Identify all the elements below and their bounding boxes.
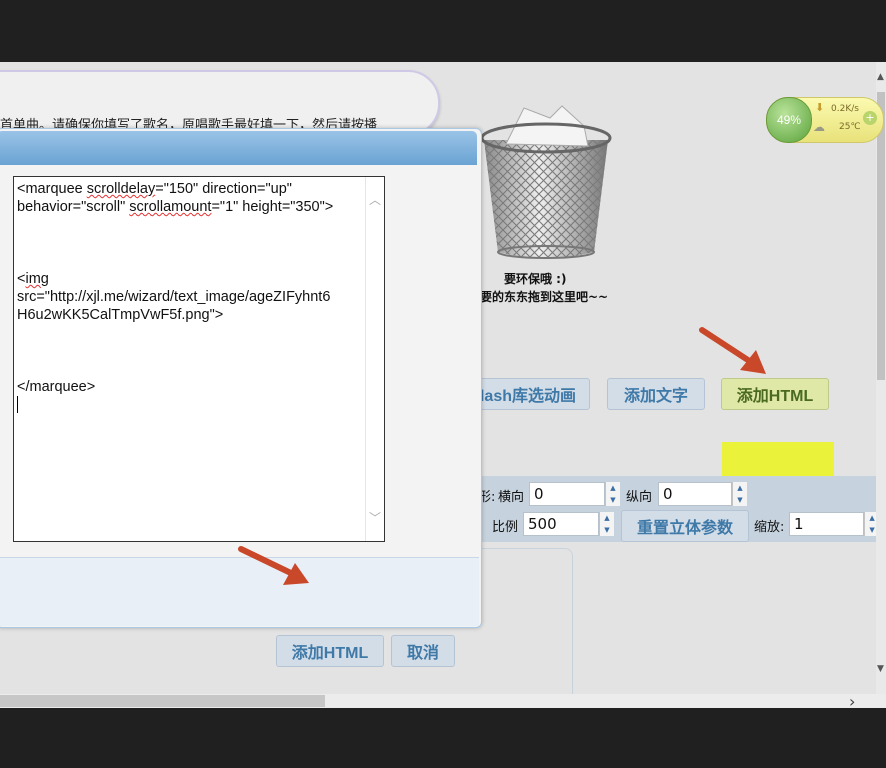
add-text-button[interactable]: 添加文字 (607, 378, 705, 410)
code-line: H6u2wKK5CalTmpVwF5f.png"> (17, 307, 224, 323)
code-line: </marquee> (17, 379, 96, 395)
vertical-stepper[interactable]: 0 ▲ ▼ (658, 482, 748, 506)
add-html-dialog: <marquee scrolldelay="150" direction="up… (0, 128, 482, 667)
system-monitor-widget[interactable]: 49% ⬇ 0.2K/s ☁ 25℃ + (766, 97, 884, 143)
html-code-text[interactable]: <marquee scrolldelay="150" direction="up… (17, 180, 365, 414)
horizontal-input[interactable]: 0 (529, 482, 605, 506)
trash-hint-title: 要环保哦 :) (504, 272, 567, 286)
horizontal-label: 横向 (498, 490, 525, 505)
memory-usage-badge: 49% (766, 97, 812, 143)
page-viewport: 首单曲。请确保你填写了歌名，原唱歌手最好填一下，然后请按播 要环保哦 :) 要的… (0, 62, 886, 708)
zoom-label: 缩放: (754, 520, 785, 535)
dialog-title-bar[interactable] (0, 131, 477, 165)
cancel-button[interactable]: 取消 (391, 635, 455, 667)
download-arrow-icon: ⬇ (815, 101, 825, 114)
zoom-stepper[interactable]: 1 ▲ ▼ (789, 512, 879, 536)
editor-scrollbar[interactable]: ︿ ﹀ (365, 177, 384, 541)
vertical-label: 纵向 (626, 490, 653, 505)
vertical-spin-icon[interactable]: ▲ ▼ (732, 482, 747, 506)
editor-scroll-up-icon[interactable]: ︿ (369, 191, 381, 209)
horizontal-stepper[interactable]: 0 ▲ ▼ (529, 482, 621, 506)
ratio-spin-icon[interactable]: ▲ ▼ (599, 512, 614, 536)
code-line: src="http://xjl.me/wizard/text_image/age… (17, 289, 331, 305)
trash-can-icon[interactable] (476, 104, 616, 264)
flash-library-button[interactable]: lash库选动画 (466, 378, 590, 410)
ratio-label: 比例 (492, 520, 519, 535)
network-speed: 0.2K/s (831, 104, 859, 114)
confirm-add-html-button[interactable]: 添加HTML (276, 635, 384, 667)
horizontal-scroll-thumb[interactable] (0, 695, 325, 707)
scroll-up-icon[interactable]: ▲ (877, 72, 884, 82)
text-caret (17, 396, 365, 414)
reset-3d-button[interactable]: 重置立体参数 (621, 510, 749, 542)
html-code-editor[interactable]: <marquee scrolldelay="150" direction="up… (13, 176, 385, 542)
scroll-down-icon[interactable]: ▼ (877, 664, 884, 674)
lower-panel (476, 548, 573, 708)
code-line: <img (17, 271, 49, 287)
expand-plus-icon[interactable]: + (863, 111, 877, 125)
ratio-stepper[interactable]: 500 ▲ ▼ (523, 512, 615, 536)
code-line: <marquee scrolldelay="150" direction="up… (17, 181, 292, 197)
zoom-input[interactable]: 1 (789, 512, 865, 536)
trash-hint-subtitle: 要的东东拖到这里吧~~ (480, 290, 609, 304)
code-line: behavior="scroll" scrollamount="1" heigh… (17, 199, 334, 215)
horizontal-spin-icon[interactable]: ▲ ▼ (605, 482, 620, 506)
add-html-button[interactable]: 添加HTML (721, 378, 829, 410)
cloud-icon: ☁ (813, 120, 825, 134)
scroll-right-icon[interactable]: › (849, 692, 855, 708)
vertical-input[interactable]: 0 (658, 482, 732, 506)
ratio-input[interactable]: 500 (523, 512, 599, 536)
annotation-arrow-icon (238, 546, 309, 585)
annotation-arrow-icon (699, 327, 766, 374)
temperature: 25℃ (839, 122, 861, 132)
editor-scroll-down-icon[interactable]: ﹀ (369, 509, 381, 527)
highlight-marker (722, 442, 834, 476)
